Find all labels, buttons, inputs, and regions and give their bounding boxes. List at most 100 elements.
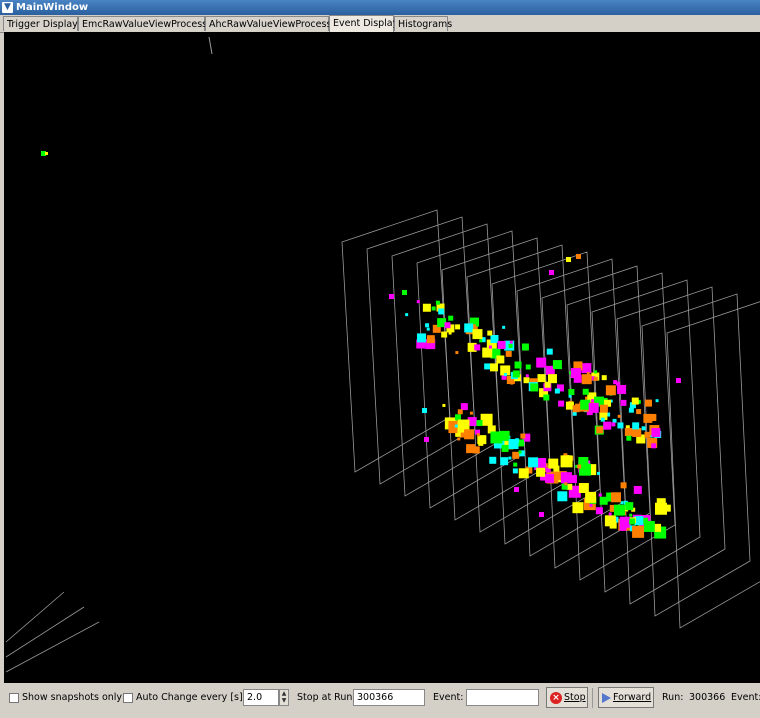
hit-cube bbox=[482, 347, 493, 358]
control-bar: Show snapshots only Auto Change every [s… bbox=[0, 684, 760, 718]
hit-cube bbox=[566, 257, 571, 262]
auto-change-checkbox[interactable] bbox=[123, 693, 133, 703]
tab-emc-raw-value-view[interactable]: EmcRawValueViewProcessor bbox=[78, 16, 217, 31]
hit-cube bbox=[476, 433, 480, 437]
detector-outline bbox=[5, 591, 65, 643]
hit-cube bbox=[581, 363, 592, 374]
hit-cube bbox=[596, 426, 604, 434]
hit-cube bbox=[644, 399, 652, 407]
tab-histograms[interactable]: Histograms bbox=[394, 16, 452, 31]
hit-cube bbox=[633, 485, 642, 494]
hit-cube bbox=[589, 503, 593, 507]
hit-cube bbox=[609, 521, 617, 529]
event-label: Event: bbox=[433, 692, 464, 703]
spin-up-icon[interactable]: ▲ bbox=[280, 690, 288, 697]
spin-down-icon[interactable]: ▼ bbox=[280, 697, 288, 704]
separator bbox=[592, 688, 593, 708]
hit-cube bbox=[455, 351, 459, 355]
hit-cube bbox=[479, 339, 483, 343]
hit-cube bbox=[457, 409, 463, 415]
hit-cube bbox=[442, 403, 446, 407]
tab-trigger-display[interactable]: Trigger Display bbox=[3, 16, 78, 31]
event-display-canvas[interactable] bbox=[4, 32, 760, 683]
hit-cube bbox=[497, 340, 506, 349]
hit-cube bbox=[514, 487, 519, 492]
tab-event-display[interactable]: Event Display bbox=[329, 15, 398, 32]
hit-cube bbox=[558, 400, 565, 407]
hit-cube bbox=[570, 368, 581, 379]
hit-cube bbox=[416, 333, 426, 343]
hit-cube bbox=[441, 331, 448, 338]
interval-spinner[interactable]: ▲ ▼ bbox=[279, 689, 289, 706]
hit-cube bbox=[416, 300, 420, 304]
hit-cube bbox=[455, 414, 462, 421]
hit-cube bbox=[629, 518, 636, 525]
hit-cube bbox=[554, 388, 560, 394]
detector-plane bbox=[666, 301, 760, 629]
hit-cube bbox=[613, 504, 625, 516]
hit-cube bbox=[547, 374, 557, 384]
event-input[interactable] bbox=[466, 689, 539, 706]
show-snapshots-label: Show snapshots only bbox=[22, 692, 123, 703]
hit-cube bbox=[655, 399, 659, 403]
hit-cube bbox=[593, 376, 598, 381]
hit-cube bbox=[620, 399, 627, 406]
hit-cube bbox=[454, 424, 458, 428]
window-title: MainWindow bbox=[16, 2, 89, 13]
hit-cube bbox=[543, 394, 550, 401]
run-label: Run: bbox=[662, 692, 684, 703]
hit-cube bbox=[472, 446, 480, 454]
hit-cube bbox=[632, 422, 640, 430]
hit-cube bbox=[488, 345, 492, 349]
hit-cube bbox=[405, 313, 409, 317]
hit-cube bbox=[651, 443, 657, 449]
hit-cube bbox=[581, 374, 592, 385]
hit-cube bbox=[572, 405, 580, 413]
hit-cube bbox=[514, 361, 522, 369]
hit-cube bbox=[629, 513, 633, 517]
hit-cube bbox=[612, 418, 617, 423]
hit-cube bbox=[617, 384, 627, 394]
hit-cube bbox=[515, 438, 520, 443]
hit-cube bbox=[536, 467, 546, 477]
hit-cube bbox=[422, 303, 431, 312]
hit-cube bbox=[549, 270, 554, 275]
hit-cube bbox=[521, 343, 529, 351]
hit-cube bbox=[520, 433, 526, 439]
hit-cube bbox=[620, 482, 627, 489]
hit-cube bbox=[476, 420, 483, 427]
hit-cube bbox=[572, 411, 577, 416]
hit-cube bbox=[460, 403, 468, 411]
stop-button[interactable]: × Stop bbox=[546, 687, 588, 708]
hit-cube bbox=[508, 343, 513, 348]
window-menu-icon[interactable]: ▼ bbox=[2, 2, 13, 13]
hit-cube bbox=[552, 360, 562, 370]
hit-cube bbox=[469, 411, 473, 415]
detector-plane bbox=[391, 223, 501, 497]
hit-cube bbox=[568, 389, 575, 396]
hit-cube bbox=[496, 355, 505, 364]
detector-plane bbox=[366, 216, 476, 485]
hit-cube bbox=[582, 388, 589, 395]
hit-cube bbox=[512, 468, 518, 474]
hit-cube bbox=[577, 464, 582, 469]
hit-cube bbox=[490, 431, 503, 444]
forward-button[interactable]: Forward bbox=[598, 687, 654, 708]
tab-ahc-raw-value-view[interactable]: AhcRawValueViewProcessor bbox=[205, 16, 341, 31]
stop-icon: × bbox=[550, 691, 562, 704]
stop-at-run-input[interactable]: 300366 bbox=[353, 689, 425, 706]
show-snapshots-checkbox[interactable] bbox=[9, 693, 19, 703]
hit-cube bbox=[513, 462, 518, 467]
hit-cube bbox=[484, 363, 491, 370]
hit-cube bbox=[474, 344, 481, 351]
auto-change-interval-input[interactable]: 2.0 bbox=[243, 689, 279, 706]
hit-cube bbox=[45, 152, 48, 155]
hit-cube bbox=[448, 315, 454, 321]
hit-cube bbox=[425, 323, 430, 328]
hit-cube bbox=[546, 348, 553, 355]
hit-cube bbox=[518, 450, 522, 454]
hit-cube bbox=[624, 428, 633, 437]
hit-cube bbox=[389, 294, 394, 299]
hit-cube bbox=[651, 427, 661, 437]
hit-cube bbox=[603, 421, 612, 430]
